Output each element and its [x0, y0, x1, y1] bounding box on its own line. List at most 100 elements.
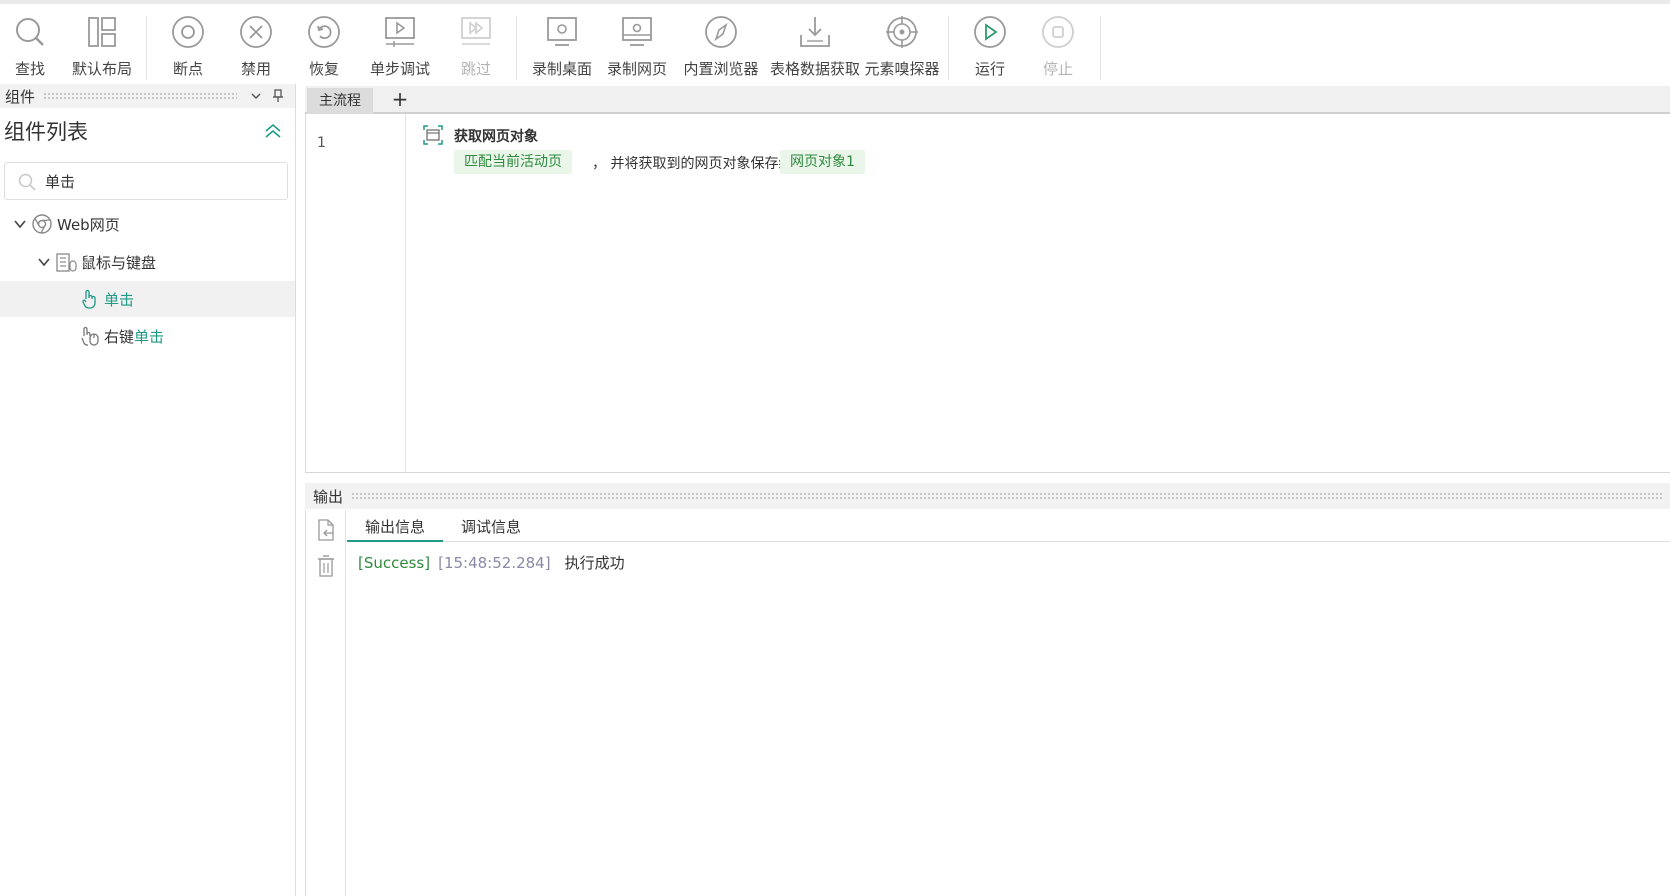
output-panel: 输出信息 调试信息 [Success] [15:48:52.284] 执行成功 [305, 510, 1670, 896]
table-data-label: 表格数据获取 [770, 60, 861, 78]
restore-label: 恢复 [308, 60, 339, 78]
tab-main-flow[interactable]: 主流程 [307, 88, 373, 114]
search-icon [17, 172, 37, 192]
step-debug-button[interactable]: 单步调试 [368, 14, 432, 82]
download-tray-icon [797, 14, 833, 50]
components-panel-header: 组件 [0, 84, 295, 108]
component-list-title-row: 组件列表 [0, 116, 295, 146]
toolbar-separator [146, 16, 147, 80]
output-panel-title: 输出 [313, 487, 344, 506]
flow-tabs-bar: 主流程 + [305, 86, 1670, 114]
step-play-icon [382, 14, 418, 50]
step-debug-label: 单步调试 [369, 60, 430, 78]
skip-label: 跳过 [460, 60, 491, 78]
tree-item-label-match: 单击 [134, 327, 165, 346]
keyboard-mouse-icon [55, 251, 77, 273]
flow-editor: 1 获取网页对象 匹配当前活动页 ， 并将获取到的网页对象保存给 网页对象1 [305, 114, 1670, 473]
log-status: [Success] [358, 554, 431, 572]
find-label: 查找 [14, 60, 45, 78]
output-variable-param[interactable]: 网页对象1 [780, 150, 865, 174]
line-gutter: 1 [306, 114, 406, 473]
chevron-down-icon[interactable] [245, 85, 267, 107]
web-object-icon [422, 124, 444, 146]
breakpoint-icon [170, 14, 206, 50]
breakpoint-label: 断点 [172, 60, 203, 78]
chrome-icon [31, 213, 53, 235]
tree-item-label: 单击 [104, 290, 135, 309]
run-label: 运行 [974, 60, 1005, 78]
stop-button[interactable]: 停止 [1038, 14, 1078, 82]
record-desktop-label: 录制桌面 [532, 60, 593, 78]
tree-item-right-click[interactable]: 右键 单击 [0, 318, 295, 354]
element-sniffer-label: 元素嗅探器 [864, 60, 940, 78]
layout-icon [84, 14, 120, 50]
component-list-title: 组件列表 [4, 120, 88, 144]
record-web-button[interactable]: 录制网页 [607, 14, 667, 82]
match-page-param[interactable]: 匹配当前活动页 [454, 150, 572, 174]
components-panel: 组件 组件列表 Web网页 [0, 84, 296, 896]
component-search-box[interactable] [4, 162, 288, 200]
tab-output-info[interactable]: 输出信息 [347, 514, 444, 542]
breakpoint-button[interactable]: 断点 [168, 14, 208, 82]
find-button[interactable]: 查找 [10, 14, 50, 82]
toolbar-separator [948, 16, 949, 80]
add-tab-button[interactable]: + [387, 86, 413, 114]
stop-icon [1040, 14, 1076, 50]
default-layout-button[interactable]: 默认布局 [70, 14, 134, 82]
flow-step[interactable]: 获取网页对象 匹配当前活动页 ， 并将获取到的网页对象保存给 网页对象1 [422, 122, 1022, 182]
undo-icon [306, 14, 342, 50]
element-sniffer-button[interactable]: 元素嗅探器 [863, 14, 941, 82]
pin-icon[interactable] [267, 85, 289, 107]
skip-forward-icon [458, 14, 494, 50]
trash-icon[interactable] [315, 554, 337, 578]
toolbar-separator [1100, 16, 1101, 80]
toolbar: 查找 默认布局 断点 禁用 恢复 单步调试 跳过 录制桌面 录制网页 内置浏览器… [0, 0, 1670, 84]
play-icon [972, 14, 1008, 50]
component-search-input[interactable] [43, 167, 283, 195]
tree-item-label: 鼠标与键盘 [81, 253, 157, 272]
record-web-label: 录制网页 [607, 60, 668, 78]
restore-button[interactable]: 恢复 [304, 14, 344, 82]
step-description: ， 并将获取到的网页对象保存给 [592, 156, 793, 172]
compass-icon [703, 14, 739, 50]
tree-item-click[interactable]: 单击 [0, 281, 295, 317]
disable-label: 禁用 [240, 60, 271, 78]
stop-label: 停止 [1042, 60, 1073, 78]
output-panel-header: 输出 [305, 483, 1670, 509]
builtin-browser-button[interactable]: 内置浏览器 [683, 14, 759, 82]
target-icon [884, 14, 920, 50]
table-data-button[interactable]: 表格数据获取 [770, 14, 860, 82]
components-panel-title: 组件 [5, 87, 36, 106]
output-tabs: 输出信息 调试信息 [347, 510, 1670, 542]
tree-item-mouse-keyboard[interactable]: 鼠标与键盘 [0, 244, 295, 280]
run-button[interactable]: 运行 [970, 14, 1010, 82]
export-log-icon[interactable] [315, 518, 337, 542]
log-message: 执行成功 [564, 554, 625, 572]
drag-grip[interactable] [43, 92, 237, 100]
toolbar-separator [516, 16, 517, 80]
tree-item-label-prefix: 右键 [104, 327, 135, 346]
output-toolbar [306, 510, 346, 896]
search-icon [12, 14, 48, 50]
tab-debug-info[interactable]: 调试信息 [443, 514, 539, 542]
right-click-icon [78, 325, 100, 347]
hand-pointer-icon [78, 288, 100, 310]
step-title: 获取网页对象 [454, 129, 538, 145]
log-entry: [Success] [15:48:52.284] 执行成功 [358, 552, 625, 573]
chevron-down-icon[interactable] [13, 217, 27, 231]
log-timestamp: [15:48:52.284] [438, 554, 551, 572]
disable-button[interactable]: 禁用 [236, 14, 276, 82]
chevron-down-icon[interactable] [37, 255, 51, 269]
skip-button[interactable]: 跳过 [456, 14, 496, 82]
tree-item-web[interactable]: Web网页 [0, 206, 295, 242]
line-number: 1 [317, 135, 326, 151]
default-layout-label: 默认布局 [71, 60, 132, 78]
tree-item-label: Web网页 [57, 215, 120, 234]
browser-window-icon [619, 14, 655, 50]
collapse-all-icon[interactable] [262, 120, 284, 142]
drag-grip[interactable] [351, 492, 1662, 500]
record-desktop-button[interactable]: 录制桌面 [532, 14, 592, 82]
close-circle-icon [238, 14, 274, 50]
monitor-icon [544, 14, 580, 50]
builtin-browser-label: 内置浏览器 [683, 60, 759, 78]
